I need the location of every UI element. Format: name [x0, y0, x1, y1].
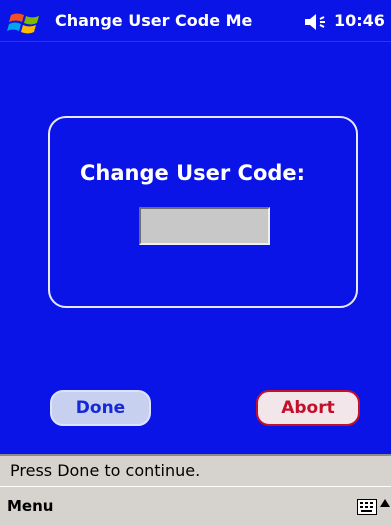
clock[interactable]: 10:46 — [334, 10, 385, 32]
user-code-panel: Change User Code: — [48, 116, 358, 308]
title-bar: Change User Code Me 10:46 — [0, 0, 391, 42]
user-code-input[interactable] — [139, 207, 270, 245]
menu-button[interactable]: Menu — [7, 496, 53, 516]
keyboard-icon[interactable] — [357, 499, 377, 515]
status-message: Press Done to continue. — [10, 461, 201, 480]
app-title: Change User Code Me — [55, 11, 253, 30]
abort-button[interactable]: Abort — [256, 390, 360, 426]
content-area: Change User Code: Done Abort — [0, 42, 391, 454]
arrow-up-icon[interactable] — [379, 497, 391, 515]
change-user-code-label: Change User Code: — [80, 161, 306, 185]
done-button[interactable]: Done — [50, 390, 151, 426]
windows-logo-icon[interactable] — [5, 7, 51, 37]
menu-bar: Menu — [0, 486, 391, 526]
speaker-icon[interactable] — [303, 13, 331, 31]
status-bar: Press Done to continue. — [0, 454, 391, 486]
